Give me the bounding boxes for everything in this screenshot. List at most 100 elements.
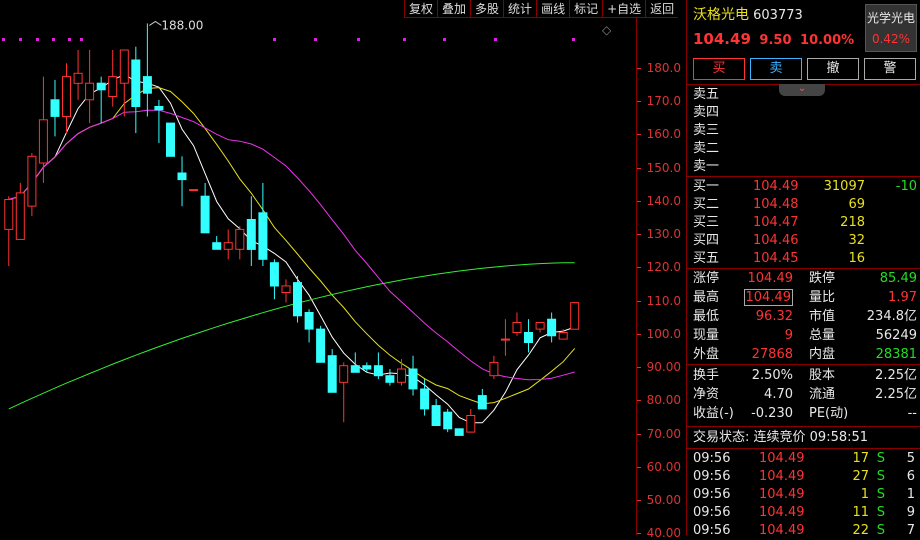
buy-button[interactable]: 买 <box>693 58 745 80</box>
marker-dot <box>357 38 360 41</box>
divider <box>687 268 920 269</box>
candle-body <box>177 172 187 181</box>
bid-volume: 69 <box>848 197 865 212</box>
stat-label: 最高 <box>693 290 720 305</box>
marker-dot <box>403 38 406 41</box>
overlay-button[interactable]: 叠加 <box>437 0 471 18</box>
stat-row: 现量 9 总量 56249 <box>693 327 917 345</box>
cancel-order-button[interactable]: 撤 <box>807 58 859 80</box>
last-price: 104.49 <box>693 30 751 48</box>
adjust-button[interactable]: 复权 <box>404 0 438 18</box>
bid-row: 买四 104.46 32 <box>693 232 917 250</box>
multi-stock-button[interactable]: 多股 <box>470 0 504 18</box>
bid-volume: 16 <box>848 251 865 266</box>
divider <box>687 176 920 177</box>
y-tick-mark <box>637 333 641 335</box>
tick-count: 1 <box>906 487 915 502</box>
stat-value: 234.8亿 <box>866 309 917 324</box>
candle-body <box>4 199 14 230</box>
candle-body <box>362 365 372 370</box>
max-flag-icon <box>149 20 162 26</box>
tick-side: S <box>876 505 885 520</box>
divider <box>687 448 920 449</box>
candle-body <box>570 302 580 330</box>
sell-button[interactable]: 卖 <box>750 58 802 80</box>
stock-code: 603773 <box>753 8 803 23</box>
tick-volume: 11 <box>852 505 869 520</box>
candle-body <box>524 332 533 343</box>
stat-value: 2.25亿 <box>875 368 917 383</box>
y-tick-mark <box>637 68 641 69</box>
alert-button[interactable]: 警 <box>864 58 916 80</box>
y-tick-label: 170.0 <box>646 94 681 109</box>
marker-dot <box>52 38 55 41</box>
y-tick-label: 160.0 <box>646 127 681 142</box>
stat-value: 2.25亿 <box>875 387 917 402</box>
candle-body <box>327 355 337 393</box>
stat-row: 换手 2.50% 股本 2.25亿 <box>693 367 917 385</box>
candle-body <box>27 155 37 207</box>
stat-label: 流通 <box>809 387 836 402</box>
candle-body <box>281 285 291 293</box>
candle-body <box>50 99 60 117</box>
stat-row: 收益(-) -0.230 PE(动) -- <box>693 405 917 423</box>
candle-body <box>73 72 83 84</box>
tick-row: 09:56 104.49 27 S 6 <box>693 468 917 486</box>
y-tick-label: 60.00 <box>646 459 681 474</box>
candle-body <box>269 262 279 287</box>
draw-line-button[interactable]: 画线 <box>536 0 570 18</box>
bid-label: 买二 <box>693 197 720 212</box>
stat-label: 内盘 <box>809 347 836 362</box>
stat-value: 28381 <box>875 347 917 362</box>
candle-body <box>420 388 430 410</box>
marker-dot <box>273 38 276 41</box>
ask-label: 卖二 <box>693 141 720 156</box>
y-tick-label: 180.0 <box>646 61 681 75</box>
add-watchlist-button[interactable]: +自选 <box>602 0 646 18</box>
price-change: 9.50 <box>759 33 792 48</box>
stat-label: 现量 <box>693 328 720 343</box>
candle-body <box>189 189 199 192</box>
y-tick-label: 150.0 <box>646 160 681 175</box>
stat-label: PE(动) <box>809 406 849 421</box>
candle-body <box>397 368 406 383</box>
sector-pct: 0.42% <box>871 32 911 46</box>
ask-row: 卖五 <box>693 86 917 104</box>
mark-button[interactable]: 标记 <box>569 0 603 18</box>
candle-body <box>212 242 222 250</box>
tick-row: 09:56 104.49 17 S 5 <box>693 450 917 468</box>
bid-volume: 31097 <box>823 179 865 194</box>
marker-dot <box>443 38 446 41</box>
candle-body <box>500 338 510 341</box>
tick-side: S <box>876 523 885 538</box>
stat-row: 涨停 104.49 跌停 85.49 <box>693 270 917 288</box>
bid-change: -10 <box>895 179 917 194</box>
back-button[interactable]: 返回 <box>645 0 679 18</box>
candle-body <box>15 192 25 240</box>
candle-body <box>339 365 349 383</box>
y-tick-label: 100.0 <box>646 326 681 341</box>
stat-value: 9 <box>784 328 793 343</box>
candle-body <box>466 415 476 433</box>
tick-price: 104.49 <box>759 505 805 520</box>
tick-count: 6 <box>906 469 915 484</box>
candle-body <box>558 332 568 340</box>
candle-body <box>85 82 95 101</box>
diamond-icon[interactable]: ◇ <box>602 23 612 37</box>
quote-panel: 沃格光电 603773 104.49 9.50 10.00% 光学光电 0.42… <box>686 0 920 538</box>
kline-chart[interactable]: ◇ 188.00 <box>0 18 635 535</box>
candle-body <box>258 212 268 260</box>
stat-label: 最低 <box>693 309 720 324</box>
stat-label: 股本 <box>809 368 836 383</box>
bid-label: 买三 <box>693 215 720 230</box>
candle-body <box>454 428 464 436</box>
statistics-button[interactable]: 统计 <box>503 0 537 18</box>
candle-body <box>443 411 453 430</box>
stat-label: 市值 <box>809 309 836 324</box>
stat-label: 总量 <box>809 328 836 343</box>
marker-dot <box>572 38 575 41</box>
sector-badge[interactable]: 光学光电 0.42% <box>865 4 917 52</box>
candle-body <box>223 242 233 250</box>
tick-volume: 22 <box>852 523 869 538</box>
stock-name: 沃格光电 <box>693 7 749 23</box>
